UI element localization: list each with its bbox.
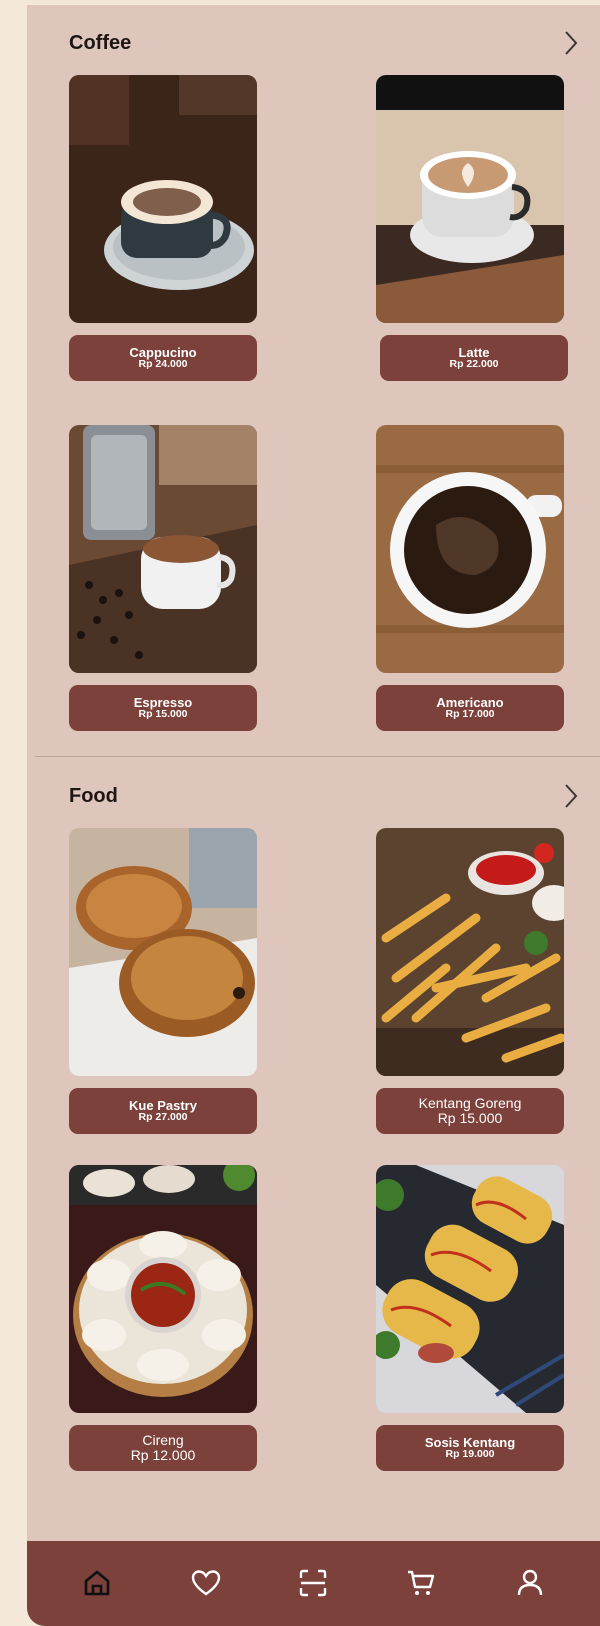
home-icon xyxy=(84,1570,110,1596)
user-icon xyxy=(517,1569,543,1596)
nav-home[interactable] xyxy=(79,1565,115,1601)
item-name: Americano xyxy=(436,694,504,710)
section-title-coffee: Coffee xyxy=(69,32,132,54)
item-label: Espresso Rp 15.000 xyxy=(69,685,257,731)
item-name: Cireng xyxy=(142,1432,184,1449)
kue-pastry-image xyxy=(69,828,257,1076)
item-label: Latte Rp 22.000 xyxy=(380,335,568,381)
espresso-image xyxy=(69,425,257,673)
item-name: Espresso xyxy=(133,694,193,710)
item-name: Cappucino xyxy=(129,344,197,360)
section-title-food: Food xyxy=(69,785,118,807)
kentang-goreng-image xyxy=(376,828,564,1076)
item-price: Rp 12.000 xyxy=(130,1447,196,1463)
item-label: Cappucino Rp 24.000 xyxy=(69,335,257,381)
section-divider xyxy=(35,756,600,757)
nav-scan[interactable] xyxy=(295,1565,331,1601)
scan-icon xyxy=(299,1569,327,1597)
item-name: Kentang Goreng xyxy=(418,1095,522,1112)
cireng-image xyxy=(69,1165,257,1413)
item-price: Rp 17.000 xyxy=(445,708,495,721)
chevron-right-icon[interactable] xyxy=(563,782,579,810)
item-name: Latte xyxy=(458,344,490,360)
item-price: Rp 22.000 xyxy=(449,358,499,371)
item-label: Americano Rp 17.000 xyxy=(376,685,564,731)
item-label: Cireng Rp 12.000 xyxy=(69,1425,257,1471)
item-price: Rp 15.000 xyxy=(138,708,188,721)
americano-image xyxy=(376,425,564,673)
item-name: Kue Pastry xyxy=(129,1097,197,1113)
bottom-nav xyxy=(27,1541,600,1626)
cart-icon xyxy=(408,1570,435,1595)
item-label: Sosis Kentang Rp 19.000 xyxy=(376,1425,564,1471)
item-label: Kue Pastry Rp 27.000 xyxy=(69,1088,257,1134)
latte-image xyxy=(376,75,564,323)
item-price: Rp 19.000 xyxy=(445,1448,495,1461)
chevron-right-icon[interactable] xyxy=(563,29,579,57)
item-price: Rp 27.000 xyxy=(138,1111,188,1124)
item-price: Rp 15.000 xyxy=(437,1110,503,1126)
cappucino-image xyxy=(69,75,257,323)
item-label: Kentang Goreng Rp 15.000 xyxy=(376,1088,564,1134)
sosis-kentang-image xyxy=(376,1165,564,1413)
heart-icon xyxy=(191,1570,221,1596)
item-name: Sosis Kentang xyxy=(424,1434,516,1450)
item-price: Rp 24.000 xyxy=(138,358,188,371)
menu-screen: Coffee Cappucino Rp 24.000 Latte Rp 22.0… xyxy=(27,5,600,1626)
nav-favorites[interactable] xyxy=(188,1565,224,1601)
nav-cart[interactable] xyxy=(403,1565,439,1601)
nav-profile[interactable] xyxy=(512,1565,548,1601)
